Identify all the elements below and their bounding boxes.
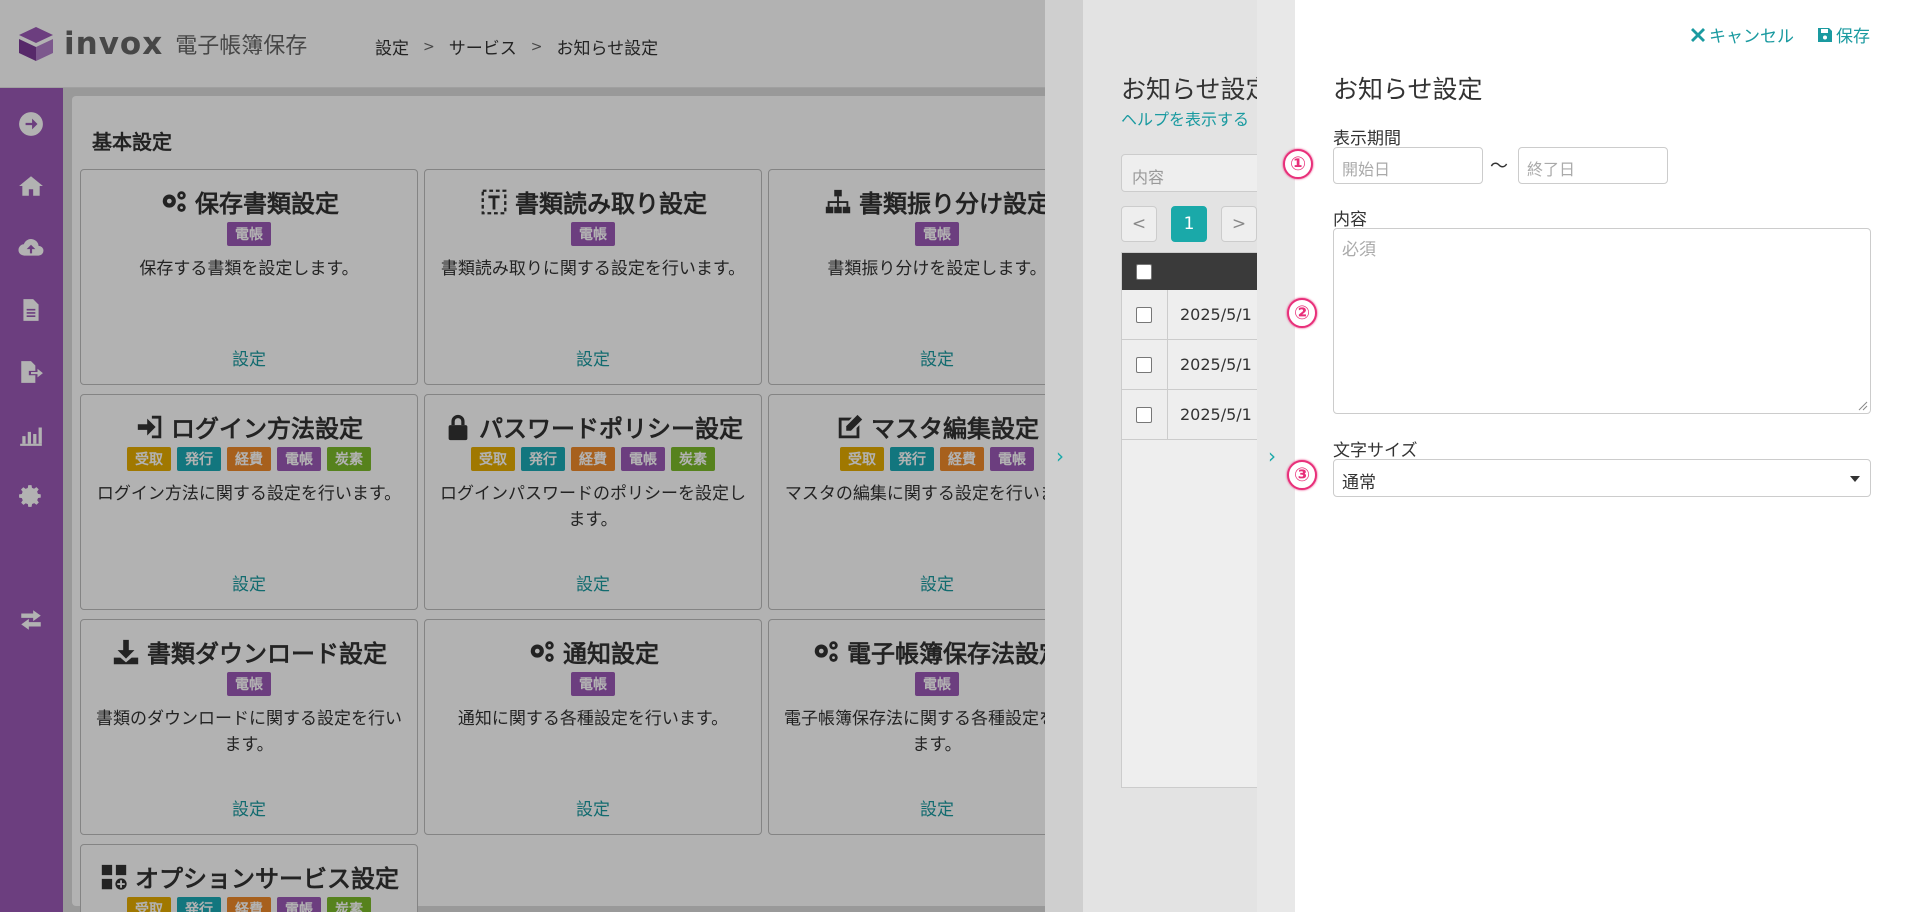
pagination: < 1 >	[1121, 206, 1257, 242]
page-button[interactable]: 1	[1171, 206, 1207, 242]
row-checkbox[interactable]	[1136, 406, 1152, 423]
prev-page-button[interactable]: <	[1121, 206, 1157, 242]
annotation-marker-1: ①	[1283, 149, 1313, 179]
cancel-label: キャンセル	[1709, 27, 1794, 47]
chevron-right-icon[interactable]: ›	[1056, 444, 1064, 468]
row-checkbox[interactable]	[1136, 306, 1152, 323]
font-size-value: 通常	[1342, 473, 1376, 493]
column-divider	[1167, 290, 1168, 440]
font-size-select[interactable]: 通常	[1333, 459, 1871, 497]
annotation-marker-3: ③	[1287, 460, 1317, 490]
font-size-label: 文字サイズ	[1333, 441, 1418, 461]
chevron-right-icon[interactable]: ›	[1268, 444, 1276, 468]
drawer-title: お知らせ設定	[1121, 75, 1271, 104]
display-period-label: 表示期間	[1333, 129, 1401, 149]
save-icon	[1818, 27, 1832, 42]
content-label: 内容	[1333, 210, 1367, 230]
save-label: 保存	[1836, 27, 1870, 47]
next-page-button[interactable]: >	[1221, 206, 1257, 242]
caret-down-icon	[1850, 476, 1860, 482]
cancel-button[interactable]: キャンセル	[1691, 22, 1794, 47]
drawer-actions: キャンセル 保存	[1691, 22, 1870, 47]
annotation-marker-2: ②	[1287, 298, 1317, 328]
end-date-input[interactable]: 終了日	[1518, 147, 1668, 184]
save-button[interactable]: 保存	[1818, 22, 1870, 47]
range-separator: 〜	[1490, 156, 1508, 177]
help-link[interactable]: ヘルプを表示する	[1121, 106, 1249, 130]
notice-edit-drawer: › キャンセル 保存 お知らせ設定 表示期間 開始日 〜 終了日 内容 必須 文…	[1257, 0, 1920, 912]
drawer-title: お知らせ設定	[1333, 75, 1483, 104]
select-all-checkbox[interactable]	[1136, 263, 1152, 280]
notice-edit-panel: キャンセル 保存 お知らせ設定 表示期間 開始日 〜 終了日 内容 必須 文字サ…	[1295, 0, 1920, 912]
content-placeholder: 必須	[1342, 240, 1376, 260]
content-textarea[interactable]: 必須	[1333, 228, 1871, 414]
row-checkbox[interactable]	[1136, 356, 1152, 373]
close-icon	[1691, 27, 1705, 42]
start-date-input[interactable]: 開始日	[1333, 147, 1483, 184]
resize-handle-icon[interactable]	[1858, 401, 1868, 411]
